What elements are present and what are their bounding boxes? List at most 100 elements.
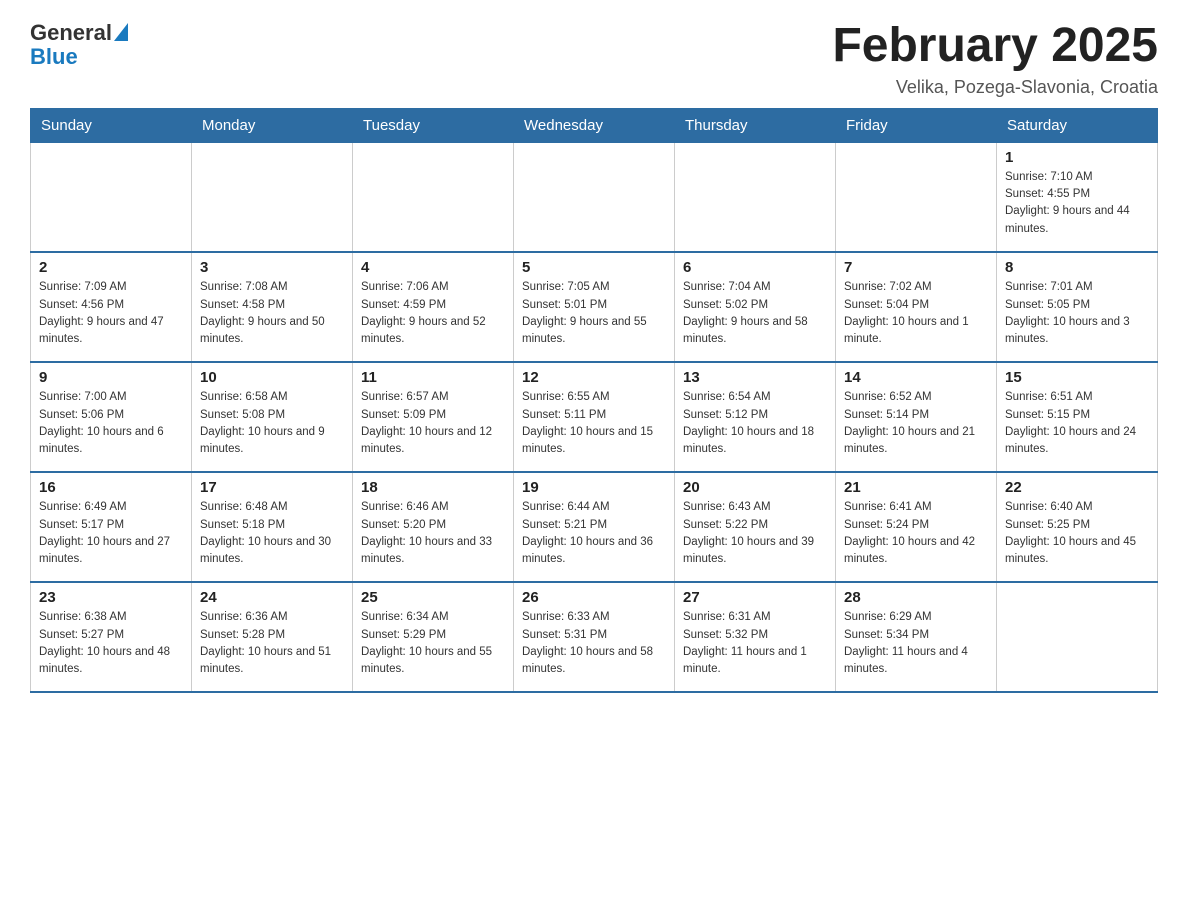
day-number: 8 [1005, 259, 1149, 276]
calendar-cell [514, 142, 675, 252]
calendar-cell: 21Sunrise: 6:41 AMSunset: 5:24 PMDayligh… [836, 472, 997, 582]
calendar-cell: 6 Sunrise: 7:04 AMSunset: 5:02 PMDaylight… [675, 252, 836, 362]
day-info: Sunrise: 7:05 AMSunset: 5:01 PMDaylight:… [522, 279, 666, 348]
day-number: 18 [361, 479, 505, 496]
day-info: Sunrise: 6:48 AMSunset: 5:18 PMDaylight:… [200, 499, 344, 568]
day-info: Sunrise: 6:58 AMSunset: 5:08 PMDaylight:… [200, 389, 344, 458]
day-number: 17 [200, 479, 344, 496]
day-info: Sunrise: 6:57 AMSunset: 5:09 PMDaylight:… [361, 389, 505, 458]
logo-blue-text: Blue [30, 44, 78, 70]
day-number: 23 [39, 589, 183, 606]
day-number: 26 [522, 589, 666, 606]
day-number: 16 [39, 479, 183, 496]
calendar-week-4: 16 Sunrise: 6:49 AMSunset: 5:17 PMDayligh… [31, 472, 1158, 582]
day-info: Sunrise: 7:09 AMSunset: 4:56 PMDaylight:… [39, 279, 183, 348]
calendar-cell: 8 Sunrise: 7:01 AMSunset: 5:05 PMDaylight… [997, 252, 1158, 362]
day-info: Sunrise: 7:04 AMSunset: 5:02 PMDaylight:… [683, 279, 827, 348]
calendar-week-1: 1 Sunrise: 7:10 AMSunset: 4:55 PMDaylight… [31, 142, 1158, 252]
calendar-cell: 18 Sunrise: 6:46 AMSunset: 5:20 PMDayligh… [353, 472, 514, 582]
day-number: 2 [39, 259, 183, 276]
day-number: 11 [361, 369, 505, 386]
day-number: 4 [361, 259, 505, 276]
day-number: 10 [200, 369, 344, 386]
day-info: Sunrise: 7:06 AMSunset: 4:59 PMDaylight:… [361, 279, 505, 348]
weekday-header-saturday: Saturday [997, 108, 1158, 142]
day-info: Sunrise: 6:34 AMSunset: 5:29 PMDaylight:… [361, 609, 505, 678]
calendar-week-3: 9 Sunrise: 7:00 AMSunset: 5:06 PMDaylight… [31, 362, 1158, 472]
calendar-cell [836, 142, 997, 252]
day-number: 24 [200, 589, 344, 606]
day-info: Sunrise: 7:01 AMSunset: 5:05 PMDaylight:… [1005, 279, 1149, 348]
calendar-cell: 16 Sunrise: 6:49 AMSunset: 5:17 PMDayligh… [31, 472, 192, 582]
logo: General Blue [30, 20, 128, 70]
title-section: February 2025 Velika, Pozega-Slavonia, C… [832, 20, 1158, 98]
day-number: 9 [39, 369, 183, 386]
calendar-cell [192, 142, 353, 252]
day-number: 14 [844, 369, 988, 386]
day-number: 15 [1005, 369, 1149, 386]
calendar-cell: 1 Sunrise: 7:10 AMSunset: 4:55 PMDaylight… [997, 142, 1158, 252]
weekday-header-tuesday: Tuesday [353, 108, 514, 142]
calendar-cell: 23 Sunrise: 6:38 AMSunset: 5:27 PMDayligh… [31, 582, 192, 692]
day-info: Sunrise: 6:29 AMSunset: 5:34 PMDaylight:… [844, 609, 988, 678]
day-number: 7 [844, 259, 988, 276]
day-info: Sunrise: 6:43 AMSunset: 5:22 PMDaylight:… [683, 499, 827, 568]
day-number: 12 [522, 369, 666, 386]
day-info: Sunrise: 6:49 AMSunset: 5:17 PMDaylight:… [39, 499, 183, 568]
calendar-table: SundayMondayTuesdayWednesdayThursdayFrid… [30, 108, 1158, 694]
day-info: Sunrise: 6:55 AMSunset: 5:11 PMDaylight:… [522, 389, 666, 458]
weekday-header-wednesday: Wednesday [514, 108, 675, 142]
calendar-cell: 2 Sunrise: 7:09 AMSunset: 4:56 PMDaylight… [31, 252, 192, 362]
day-info: Sunrise: 7:00 AMSunset: 5:06 PMDaylight:… [39, 389, 183, 458]
day-info: Sunrise: 7:02 AMSunset: 5:04 PMDaylight:… [844, 279, 988, 348]
calendar-cell: 27 Sunrise: 6:31 AMSunset: 5:32 PMDayligh… [675, 582, 836, 692]
calendar-cell: 12 Sunrise: 6:55 AMSunset: 5:11 PMDayligh… [514, 362, 675, 472]
calendar-week-5: 23 Sunrise: 6:38 AMSunset: 5:27 PMDayligh… [31, 582, 1158, 692]
calendar-header: SundayMondayTuesdayWednesdayThursdayFrid… [31, 108, 1158, 142]
day-number: 6 [683, 259, 827, 276]
day-number: 27 [683, 589, 827, 606]
day-number: 25 [361, 589, 505, 606]
day-info: Sunrise: 6:46 AMSunset: 5:20 PMDaylight:… [361, 499, 505, 568]
weekday-header-thursday: Thursday [675, 108, 836, 142]
calendar-cell: 28Sunrise: 6:29 AMSunset: 5:34 PMDayligh… [836, 582, 997, 692]
day-number: 1 [1005, 149, 1149, 166]
calendar-cell: 20Sunrise: 6:43 AMSunset: 5:22 PMDayligh… [675, 472, 836, 582]
month-title: February 2025 [832, 20, 1158, 73]
calendar-body: 1 Sunrise: 7:10 AMSunset: 4:55 PMDaylight… [31, 142, 1158, 692]
calendar-cell: 26 Sunrise: 6:33 AMSunset: 5:31 PMDayligh… [514, 582, 675, 692]
calendar-cell: 11 Sunrise: 6:57 AMSunset: 5:09 PMDayligh… [353, 362, 514, 472]
day-info: Sunrise: 6:51 AMSunset: 5:15 PMDaylight:… [1005, 389, 1149, 458]
day-info: Sunrise: 6:36 AMSunset: 5:28 PMDaylight:… [200, 609, 344, 678]
day-number: 13 [683, 369, 827, 386]
calendar-cell [353, 142, 514, 252]
day-info: Sunrise: 6:40 AMSunset: 5:25 PMDaylight:… [1005, 499, 1149, 568]
calendar-cell [675, 142, 836, 252]
weekday-row: SundayMondayTuesdayWednesdayThursdayFrid… [31, 108, 1158, 142]
calendar-cell: 13Sunrise: 6:54 AMSunset: 5:12 PMDayligh… [675, 362, 836, 472]
calendar-cell: 3Sunrise: 7:08 AMSunset: 4:58 PMDaylight… [192, 252, 353, 362]
day-info: Sunrise: 7:10 AMSunset: 4:55 PMDaylight:… [1005, 169, 1149, 238]
calendar-cell: 14 Sunrise: 6:52 AMSunset: 5:14 PMDayligh… [836, 362, 997, 472]
day-info: Sunrise: 6:52 AMSunset: 5:14 PMDaylight:… [844, 389, 988, 458]
calendar-week-2: 2 Sunrise: 7:09 AMSunset: 4:56 PMDaylight… [31, 252, 1158, 362]
day-info: Sunrise: 6:31 AMSunset: 5:32 PMDaylight:… [683, 609, 827, 678]
day-number: 22 [1005, 479, 1149, 496]
calendar-cell: 17 Sunrise: 6:48 AMSunset: 5:18 PMDayligh… [192, 472, 353, 582]
day-info: Sunrise: 6:38 AMSunset: 5:27 PMDaylight:… [39, 609, 183, 678]
calendar-cell [997, 582, 1158, 692]
day-number: 5 [522, 259, 666, 276]
day-number: 19 [522, 479, 666, 496]
page-header: General Blue February 2025 Velika, Pozeg… [30, 20, 1158, 98]
weekday-header-friday: Friday [836, 108, 997, 142]
calendar-cell: 25 Sunrise: 6:34 AMSunset: 5:29 PMDayligh… [353, 582, 514, 692]
calendar-cell: 9 Sunrise: 7:00 AMSunset: 5:06 PMDaylight… [31, 362, 192, 472]
weekday-header-sunday: Sunday [31, 108, 192, 142]
day-number: 3 [200, 259, 344, 276]
calendar-cell: 4 Sunrise: 7:06 AMSunset: 4:59 PMDaylight… [353, 252, 514, 362]
calendar-cell: 22 Sunrise: 6:40 AMSunset: 5:25 PMDayligh… [997, 472, 1158, 582]
day-info: Sunrise: 6:44 AMSunset: 5:21 PMDaylight:… [522, 499, 666, 568]
day-info: Sunrise: 6:33 AMSunset: 5:31 PMDaylight:… [522, 609, 666, 678]
calendar-cell: 7 Sunrise: 7:02 AMSunset: 5:04 PMDaylight… [836, 252, 997, 362]
calendar-cell: 15 Sunrise: 6:51 AMSunset: 5:15 PMDayligh… [997, 362, 1158, 472]
